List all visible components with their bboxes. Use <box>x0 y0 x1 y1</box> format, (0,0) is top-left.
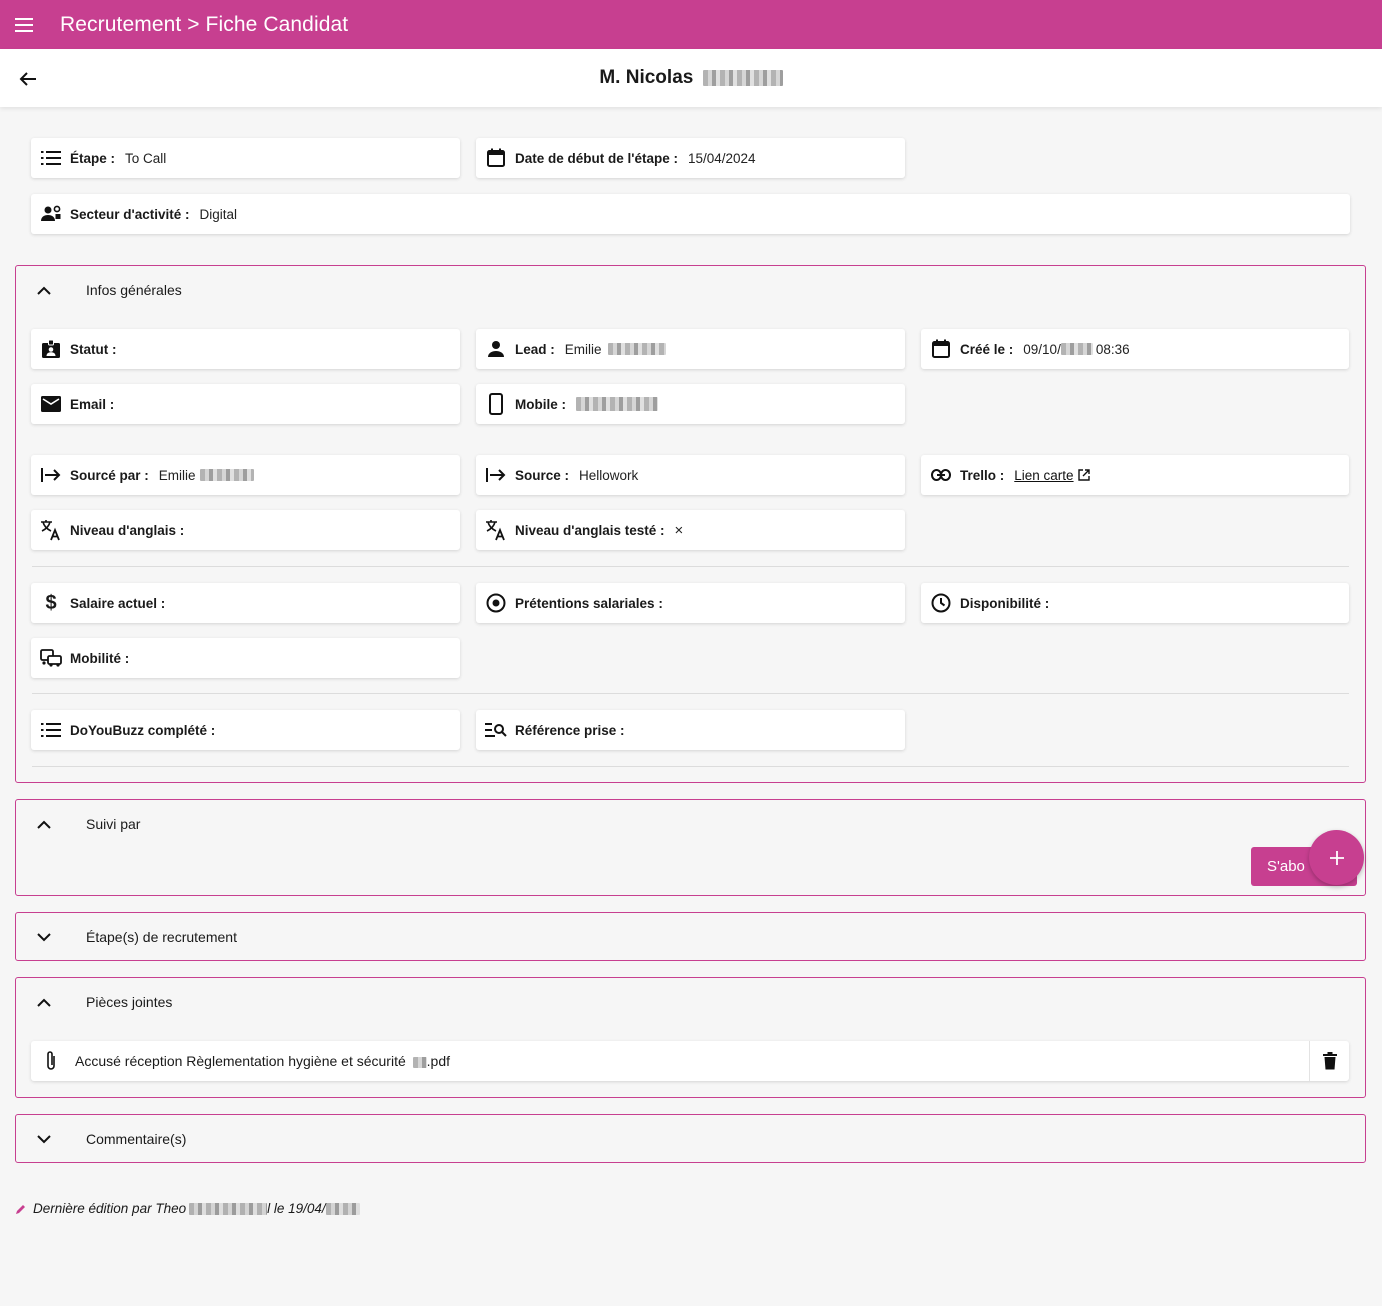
redacted-text <box>412 1056 427 1068</box>
translate-icon <box>485 519 507 541</box>
pieces-jointes-header[interactable]: Pièces jointes <box>16 978 1365 1026</box>
anglais-teste-card: Niveau d'anglais testé : × <box>476 510 905 550</box>
source-par-card: Sourcé par : Emilie <box>31 455 460 495</box>
app-bar: Recrutement > Fiche Candidat <box>0 0 1382 49</box>
reference-card: Référence prise : <box>476 710 905 750</box>
redacted-text <box>702 69 783 86</box>
candidate-name: M. Nicolas <box>0 67 1382 89</box>
email-card: Email : <box>31 384 460 424</box>
commentaires-panel: Commentaire(s) <box>15 1114 1366 1163</box>
menu-icon[interactable] <box>0 0 48 49</box>
redacted-text <box>189 1202 268 1215</box>
date-debut-card: Date de début de l'étape : 15/04/2024 <box>476 138 905 178</box>
pretentions-card: Prétentions salariales : <box>476 583 905 623</box>
clock-icon <box>930 592 952 614</box>
commute-icon <box>40 647 62 669</box>
trello-card: Trello : Lien carte <box>921 455 1349 495</box>
infos-generales-header[interactable]: Infos générales <box>16 266 1365 314</box>
etapes-recrutement-header[interactable]: Étape(s) de recrutement <box>16 913 1365 961</box>
salaire-card: $ Salaire actuel : <box>31 583 460 623</box>
lead-card: Lead : Emilie <box>476 329 905 369</box>
redacted-text <box>576 397 658 411</box>
translate-icon <box>40 519 62 541</box>
suivi-par-panel: Suivi par <box>15 799 1366 896</box>
candidate-header: M. Nicolas <box>0 49 1382 107</box>
external-link-icon[interactable] <box>1077 469 1090 481</box>
page-title: Recrutement > Fiche Candidat <box>60 12 349 36</box>
etapes-recrutement-panel: Étape(s) de recrutement <box>15 912 1366 961</box>
chevron-up-icon[interactable] <box>33 279 55 301</box>
secteur-card: Secteur d'activité : Digital <box>31 194 1350 234</box>
anglais-card: Niveau d'anglais : <box>31 510 460 550</box>
chevron-down-icon[interactable] <box>33 1128 55 1150</box>
arrow-right-bar-icon <box>40 464 62 486</box>
divider <box>32 766 1349 767</box>
divider <box>32 566 1349 567</box>
smartphone-icon <box>485 393 507 415</box>
attachment-row[interactable]: Accusé réception Règlementation hygiène … <box>31 1041 1349 1081</box>
mobile-card: Mobile : <box>476 384 905 424</box>
suivi-par-header[interactable]: Suivi par <box>16 800 1365 848</box>
paperclip-icon <box>40 1050 62 1072</box>
source-card: Source : Hellowork <box>476 455 905 495</box>
anglais-teste-value: × <box>674 521 684 539</box>
disponibilite-card: Disponibilité : <box>921 583 1349 623</box>
redacted-text <box>199 469 254 481</box>
pencil-icon <box>15 1202 29 1216</box>
list-icon <box>40 147 62 169</box>
id-badge-icon <box>40 338 62 360</box>
target-icon <box>485 592 507 614</box>
add-follower-button[interactable] <box>1309 830 1364 885</box>
etape-card: Étape : To Call <box>31 138 460 178</box>
commentaires-header[interactable]: Commentaire(s) <box>16 1115 1365 1163</box>
last-edit-note: Dernière édition par Theo l le 19/04/ <box>15 1201 360 1216</box>
link-icon <box>930 464 952 486</box>
calendar-icon <box>485 147 507 169</box>
chevron-up-icon[interactable] <box>33 991 55 1013</box>
calendar-icon <box>930 338 952 360</box>
attachment-name[interactable]: Accusé réception Règlementation hygiène … <box>75 1053 450 1069</box>
statut-card: Statut : <box>31 329 460 369</box>
dollar-icon: $ <box>45 591 57 614</box>
list-icon <box>40 719 62 741</box>
divider <box>32 693 1349 694</box>
mobilite-card: Mobilité : <box>31 638 460 678</box>
redacted-text <box>607 343 666 355</box>
plus-icon <box>1329 850 1345 866</box>
arrow-right-bar-icon <box>485 464 507 486</box>
redacted-text <box>1060 343 1093 355</box>
redacted-text <box>325 1202 360 1215</box>
cree-le-card: Créé le : 09/10/ 08:36 <box>921 329 1349 369</box>
person-icon <box>485 338 507 360</box>
people-gear-icon <box>40 203 62 225</box>
trash-icon[interactable] <box>1309 1041 1349 1081</box>
doyoubuzz-card: DoYouBuzz complété : <box>31 710 460 750</box>
chevron-down-icon[interactable] <box>33 926 55 948</box>
chevron-up-icon[interactable] <box>33 813 55 835</box>
list-search-icon <box>485 719 507 741</box>
trello-link[interactable]: Lien carte <box>1014 468 1073 483</box>
envelope-icon <box>40 393 62 415</box>
